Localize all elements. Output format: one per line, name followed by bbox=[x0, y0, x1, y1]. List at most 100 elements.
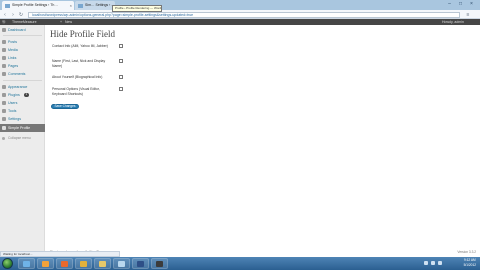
taskbar-photoshop[interactable] bbox=[132, 258, 149, 269]
maximize-icon[interactable]: □ bbox=[456, 1, 465, 7]
taskbar-firefox[interactable] bbox=[56, 258, 73, 269]
wrench-menu-icon[interactable]: ≡ bbox=[465, 12, 471, 18]
sidebar-item-comments[interactable]: Comments bbox=[0, 70, 45, 78]
chrome-icon bbox=[80, 261, 87, 267]
reload-icon[interactable]: ↻ bbox=[18, 12, 24, 18]
explorer-icon bbox=[23, 261, 30, 267]
system-tray: 9:12 AM 5/1/2012 bbox=[420, 257, 480, 270]
sidebar-item-users[interactable]: Users bbox=[0, 99, 45, 107]
wordpress-favicon-icon bbox=[78, 3, 83, 8]
taskbar-chrome[interactable] bbox=[75, 258, 92, 269]
update-count-badge: 1 bbox=[23, 93, 29, 98]
terminal-icon bbox=[156, 261, 163, 267]
sidebar-item-label: Appearance bbox=[8, 85, 28, 89]
profile-icon bbox=[2, 126, 6, 130]
sidebar-item-label: Pages bbox=[8, 64, 19, 68]
media-icon bbox=[2, 48, 6, 52]
sidebar-item-settings[interactable]: Settings bbox=[0, 115, 45, 123]
collapse-arrow-icon bbox=[2, 136, 5, 140]
browser-status-bar: Waiting for localhost... bbox=[0, 251, 120, 257]
notepad-icon bbox=[118, 261, 125, 267]
sidebar-item-label: Tools bbox=[8, 109, 17, 113]
network-icon[interactable] bbox=[424, 261, 428, 265]
sidebar-item-media[interactable]: Media bbox=[0, 46, 45, 54]
collapse-menu-label: Collapse menu bbox=[8, 136, 31, 140]
taskbar-media-player[interactable] bbox=[37, 258, 54, 269]
hide-contact-info-checkbox[interactable] bbox=[119, 44, 123, 48]
taskbar-folder[interactable] bbox=[94, 258, 111, 269]
browser-toolbar: ‹ › ↻ localhost/wordpress/wp-admin/optio… bbox=[0, 10, 480, 19]
field-label: Contact Info (AIM, Yahoo IM, Jabber) bbox=[52, 44, 108, 48]
tab-title: Simple Profile Settings ‹ Th… bbox=[12, 3, 58, 7]
tab-title: Sim… Settings ‹ … bbox=[85, 3, 115, 7]
forward-icon[interactable]: › bbox=[10, 12, 16, 18]
media-player-icon bbox=[42, 261, 49, 267]
menu-separator bbox=[3, 35, 42, 36]
taskbar-explorer[interactable] bbox=[18, 258, 35, 269]
admin-bar: Ⓦ ThemeMeasure + New Howdy, admin bbox=[0, 19, 480, 25]
settings-icon bbox=[2, 117, 6, 121]
sidebar-item-dashboard[interactable]: Dashboard bbox=[0, 26, 45, 34]
comments-icon bbox=[2, 72, 6, 76]
hide-personal-options-checkbox[interactable] bbox=[119, 87, 123, 91]
sidebar-item-label: Simple Profile bbox=[8, 126, 31, 130]
menu-separator bbox=[3, 80, 42, 81]
sidebar-item-label: Comments bbox=[8, 72, 26, 76]
sidebar-item-appearance[interactable]: Appearance bbox=[0, 83, 45, 91]
save-changes-button[interactable]: Save Changes bbox=[51, 104, 79, 109]
posts-icon bbox=[2, 40, 6, 44]
sidebar-item-simple-profile[interactable]: Simple Profile bbox=[0, 124, 45, 132]
tab-tooltip: Profile › Profile Rendering — WordPress bbox=[112, 5, 162, 12]
flag-icon[interactable] bbox=[438, 261, 442, 265]
appearance-icon bbox=[2, 85, 6, 89]
system-clock[interactable]: 9:12 AM 5/1/2012 bbox=[464, 258, 476, 268]
volume-icon[interactable] bbox=[431, 261, 435, 265]
sidebar-item-tools[interactable]: Tools bbox=[0, 107, 45, 115]
dashboard-icon bbox=[2, 28, 6, 32]
tab-simple-profile[interactable]: Simple Profile Settings ‹ Th… × bbox=[2, 1, 74, 10]
windows-taskbar: 9:12 AM 5/1/2012 bbox=[0, 257, 480, 270]
sidebar-item-label: Users bbox=[8, 101, 18, 105]
hide-about-checkbox[interactable] bbox=[119, 75, 123, 79]
collapse-menu-button[interactable]: Collapse menu bbox=[0, 134, 45, 142]
clock-date: 5/1/2012 bbox=[463, 263, 476, 267]
sidebar-item-links[interactable]: Links bbox=[0, 54, 45, 62]
sidebar-item-plugins[interactable]: Plugins 1 bbox=[0, 91, 45, 99]
admin-sidebar: Dashboard Posts Media Links Pages Commen… bbox=[0, 25, 45, 257]
taskbar-terminal[interactable] bbox=[151, 258, 168, 269]
minimize-icon[interactable]: – bbox=[445, 1, 454, 7]
links-icon bbox=[2, 56, 6, 60]
howdy-user-link[interactable]: Howdy, admin bbox=[442, 19, 464, 25]
plugins-icon bbox=[2, 93, 6, 97]
explorer-folder-icon bbox=[99, 261, 106, 267]
new-content-link[interactable]: New bbox=[65, 19, 72, 25]
browser-tab-strip: Simple Profile Settings ‹ Th… × Sim… Set… bbox=[0, 0, 480, 10]
footer-version: Version 3.3.2 bbox=[457, 250, 476, 254]
sidebar-item-posts[interactable]: Posts bbox=[0, 38, 45, 46]
sidebar-item-label: Dashboard bbox=[8, 28, 26, 32]
sidebar-item-label: Links bbox=[8, 56, 17, 60]
field-label: Personal Options (Visual Editor, Keyboar… bbox=[52, 87, 100, 96]
field-label: Name (First, Last, Nick and Display Name… bbox=[52, 59, 106, 68]
field-label: About Yourself (Biographical Info) bbox=[52, 75, 103, 79]
close-window-icon[interactable]: × bbox=[467, 1, 476, 7]
taskbar-notepad[interactable] bbox=[113, 258, 130, 269]
new-plus-icon[interactable]: + bbox=[60, 19, 62, 25]
address-bar[interactable]: localhost/wordpress/wp-admin/options-gen… bbox=[28, 11, 460, 18]
firefox-icon bbox=[61, 261, 68, 267]
sidebar-item-label: Settings bbox=[8, 117, 21, 121]
sidebar-item-label: Media bbox=[8, 48, 18, 52]
tab-second[interactable]: Sim… Settings ‹ … bbox=[75, 1, 115, 10]
tools-icon bbox=[2, 109, 6, 113]
wordpress-favicon-icon bbox=[5, 3, 10, 8]
sidebar-item-label: Plugins bbox=[8, 93, 20, 97]
page-title: Hide Profile Field bbox=[50, 29, 115, 39]
photoshop-icon bbox=[137, 261, 144, 267]
start-button[interactable] bbox=[2, 258, 13, 269]
sidebar-item-pages[interactable]: Pages bbox=[0, 62, 45, 70]
hide-name-checkbox[interactable] bbox=[119, 59, 123, 63]
users-icon bbox=[2, 101, 6, 105]
close-tab-icon[interactable]: × bbox=[70, 1, 72, 10]
back-icon[interactable]: ‹ bbox=[2, 12, 8, 18]
pages-icon bbox=[2, 64, 6, 68]
